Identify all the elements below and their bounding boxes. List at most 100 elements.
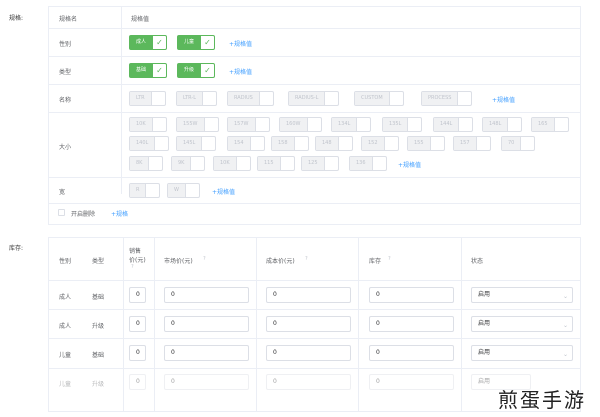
- col-divider: [123, 238, 124, 411]
- checkbox-icon: [190, 157, 204, 170]
- spec-value-tag[interactable]: 10K: [129, 117, 167, 132]
- stock-input[interactable]: 0: [369, 316, 454, 332]
- help-icon[interactable]: ?: [388, 256, 391, 262]
- spec-value-tag[interactable]: 70: [501, 136, 536, 151]
- checkbox-icon: [407, 118, 421, 131]
- spec-value-label: PROCESS: [422, 92, 458, 105]
- add-spec-value-button[interactable]: +规格值: [492, 95, 515, 104]
- market-price-input[interactable]: 0: [164, 287, 249, 303]
- add-spec-value-button[interactable]: +规格值: [229, 67, 252, 76]
- checkbox-icon: [507, 118, 521, 131]
- spec-value-tag[interactable]: 148: [315, 136, 353, 151]
- checkbox-icon: [371, 157, 386, 170]
- add-spec-value-button[interactable]: +规格值: [212, 187, 235, 196]
- spec-value-tag[interactable]: 144L: [433, 117, 474, 132]
- spec-value-tag[interactable]: 155: [407, 136, 445, 151]
- checkbox-icon: [184, 184, 199, 197]
- checkbox-icon: [258, 92, 273, 105]
- spec-value-tag[interactable]: 134L: [331, 117, 372, 132]
- header-market-price: 市场价(元): [164, 258, 193, 265]
- spec-value-tag[interactable]: 10K: [213, 156, 251, 171]
- spec-value-tag[interactable]: 125: [301, 156, 339, 171]
- spec-value-tag[interactable]: W: [167, 183, 200, 198]
- market-price-input[interactable]: 0: [164, 374, 249, 390]
- spec-row-width: 宽 R W +规格值: [49, 178, 580, 204]
- spec-value-tag[interactable]: 儿童 ✓: [177, 35, 216, 50]
- spec-value-tag[interactable]: 160W: [279, 117, 322, 132]
- spec-value-tag[interactable]: 基础 ✓: [129, 63, 168, 78]
- spec-value-tag[interactable]: RADIUS-L: [288, 91, 340, 106]
- cost-price-input[interactable]: 0: [266, 345, 351, 361]
- cell-gender: 成人: [59, 294, 72, 301]
- add-spec-value-button[interactable]: +规格值: [229, 39, 252, 48]
- spec-value-tag[interactable]: 157W: [227, 117, 270, 132]
- checkbox-icon: [150, 92, 165, 105]
- checkbox-icon: [235, 157, 250, 170]
- sale-price-input[interactable]: 0: [129, 316, 146, 332]
- cost-price-input[interactable]: 0: [266, 316, 351, 332]
- spec-value-label: 115: [258, 157, 280, 170]
- spec-value-tag[interactable]: 115: [257, 156, 295, 171]
- spec-value-tag[interactable]: 136: [349, 156, 387, 171]
- checkbox-icon: [458, 118, 472, 131]
- spec-value-label: 基础: [130, 64, 153, 77]
- spec-value-tag[interactable]: 145L: [176, 136, 217, 151]
- enable-delete-checkbox[interactable]: [58, 209, 65, 216]
- spec-row-type: 类型 基础 ✓ 升级 ✓ +规格值: [49, 57, 580, 85]
- spec-value-label: 148L: [483, 118, 508, 131]
- checkbox-icon: [201, 137, 215, 150]
- check-icon: ✓: [152, 36, 166, 49]
- spec-value-tag[interactable]: 148L: [482, 117, 523, 132]
- market-price-input[interactable]: 0: [164, 316, 249, 332]
- stock-input[interactable]: 0: [369, 345, 454, 361]
- spec-value-label: 升级: [178, 64, 201, 77]
- spec-value-tag[interactable]: 8K: [129, 156, 164, 171]
- spec-value-tag[interactable]: 152: [361, 136, 399, 151]
- inventory-section-label: 库存:: [9, 245, 24, 252]
- spec-row-name: 大小: [59, 144, 72, 151]
- cell-type: 升级: [92, 381, 105, 388]
- spec-value-tag[interactable]: 9K: [171, 156, 206, 171]
- spec-value-tag[interactable]: 157: [453, 136, 491, 151]
- checkbox-icon: [383, 137, 398, 150]
- enable-delete-label[interactable]: 开启删除: [71, 209, 95, 218]
- spec-value-label: 155W: [177, 118, 204, 131]
- spec-value-tag[interactable]: LTR-L: [176, 91, 218, 106]
- spec-value-tag[interactable]: 155W: [176, 117, 219, 132]
- spec-value-tag[interactable]: 升级 ✓: [177, 63, 216, 78]
- spec-value-label: RADIUS-L: [289, 92, 325, 105]
- spec-value-tag[interactable]: 158: [271, 136, 309, 151]
- market-price-input[interactable]: 0: [164, 345, 249, 361]
- spec-value-tag[interactable]: 154: [227, 136, 265, 151]
- help-icon[interactable]: ?: [203, 256, 206, 262]
- sale-price-input[interactable]: 0: [129, 374, 146, 390]
- stock-input[interactable]: 0: [369, 287, 454, 303]
- status-select[interactable]: 启用 ⌄: [471, 345, 573, 361]
- spec-value-tag[interactable]: 140L: [129, 136, 170, 151]
- add-spec-button[interactable]: +规格: [111, 209, 128, 218]
- checkbox-icon: [429, 137, 444, 150]
- cost-price-input[interactable]: 0: [266, 287, 351, 303]
- spec-value-label: 158: [272, 137, 294, 150]
- help-icon[interactable]: ?: [131, 264, 134, 270]
- spec-value-tag[interactable]: 165: [531, 117, 569, 132]
- help-icon[interactable]: ?: [305, 256, 308, 262]
- cost-price-input[interactable]: 0: [266, 374, 351, 390]
- spec-value-tag[interactable]: RADIUS: [227, 91, 274, 106]
- status-select[interactable]: 启用 ⌄: [471, 287, 573, 303]
- spec-value-label: 152: [362, 137, 384, 150]
- spec-value-tag[interactable]: LTR: [129, 91, 166, 106]
- checkbox-icon: [151, 118, 166, 131]
- spec-value-tag[interactable]: 135L: [382, 117, 423, 132]
- stock-input[interactable]: 0: [369, 374, 454, 390]
- spec-value-tag[interactable]: PROCESS: [421, 91, 473, 106]
- spec-value-tag[interactable]: R: [129, 183, 161, 198]
- status-select[interactable]: 启用 ⌄: [471, 316, 573, 332]
- sale-price-input[interactable]: 0: [129, 345, 146, 361]
- spec-value-tag[interactable]: CUSTOM: [354, 91, 404, 106]
- spec-value-tag[interactable]: 成人 ✓: [129, 35, 168, 50]
- sale-price-input[interactable]: 0: [129, 287, 146, 303]
- spec-value-label: 135L: [383, 118, 408, 131]
- spec-value-label: 10K: [130, 118, 152, 131]
- add-spec-value-button[interactable]: +规格值: [398, 160, 421, 169]
